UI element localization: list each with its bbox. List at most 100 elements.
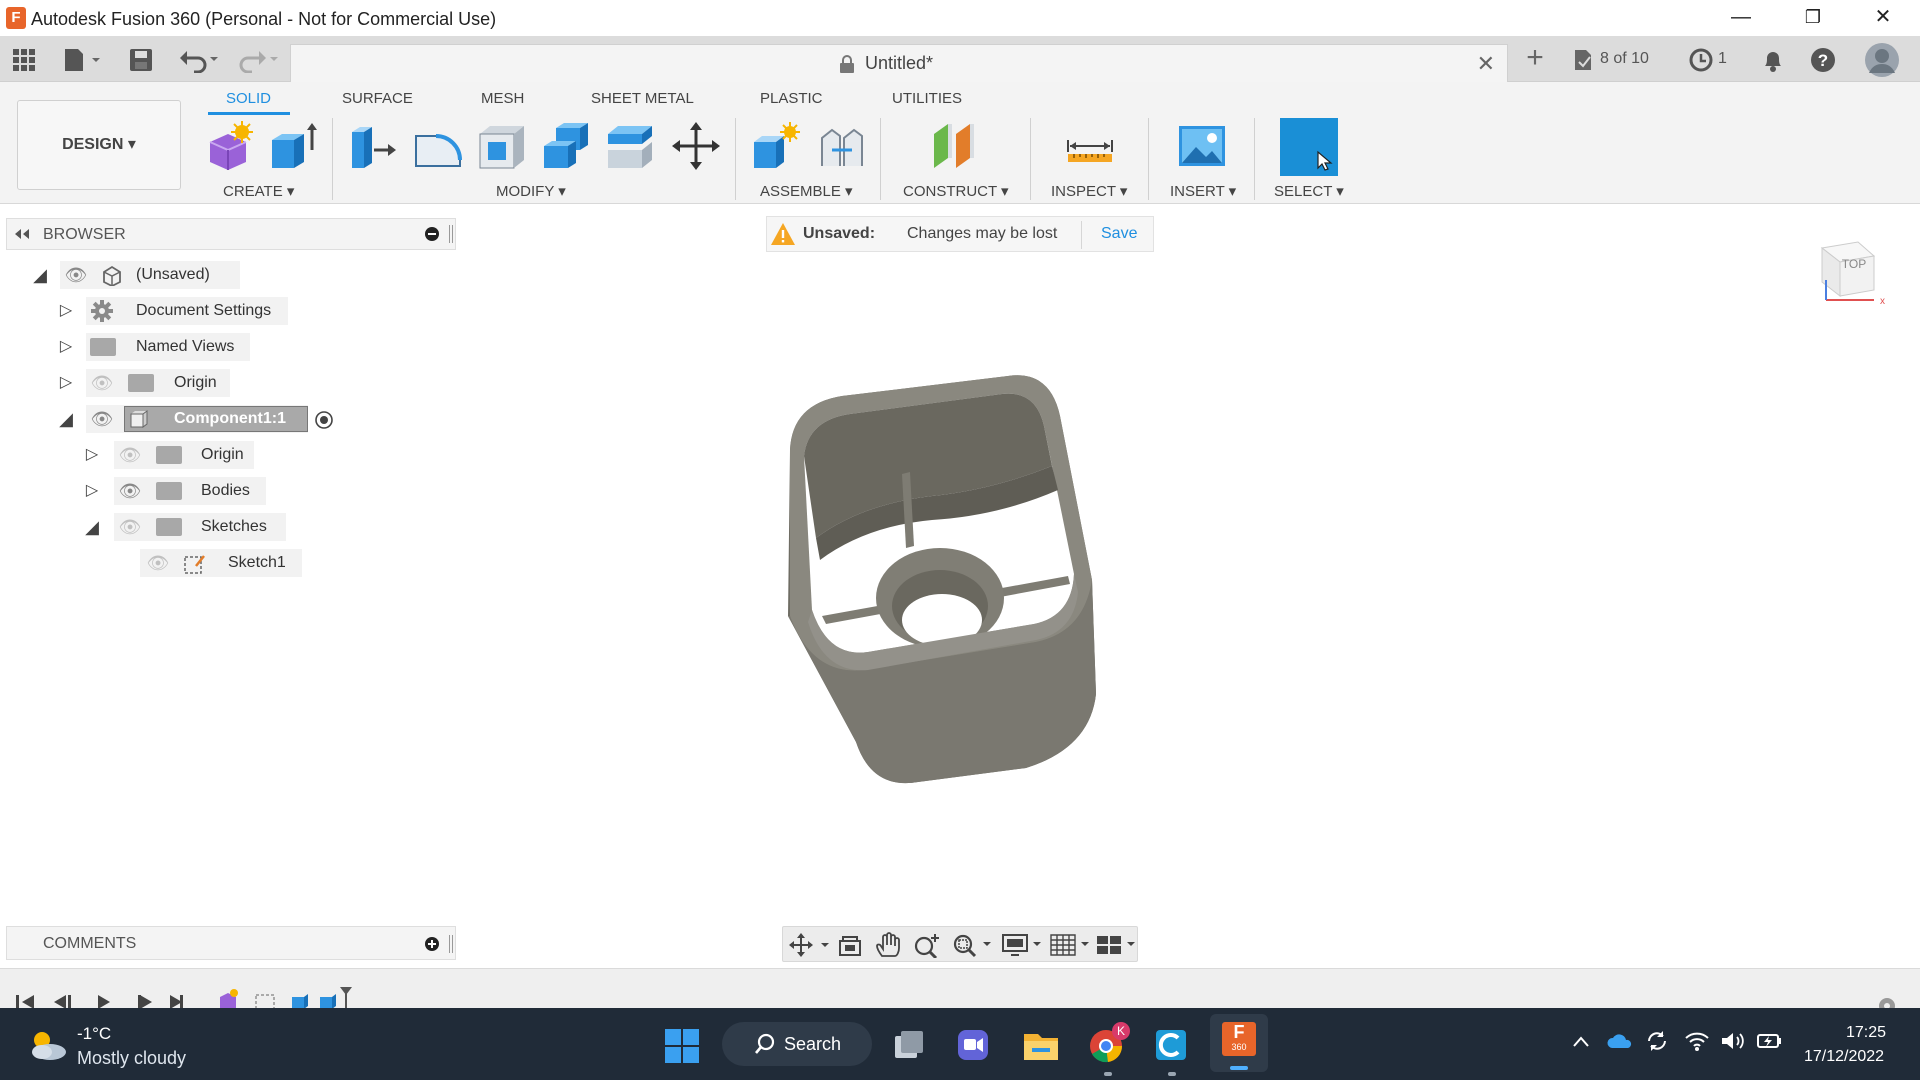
volume-icon[interactable] [1720, 1030, 1748, 1052]
close-tab-button[interactable]: ✕ [1477, 51, 1495, 77]
tab-sheet-metal[interactable]: SHEET METAL [591, 90, 694, 107]
job-status-icon[interactable] [1572, 48, 1594, 72]
model-viewport[interactable] [772, 370, 1112, 800]
hidden-eye-icon[interactable]: 👁 [118, 441, 142, 469]
new-component-icon[interactable] [204, 120, 256, 172]
tab-mesh[interactable]: MESH [481, 90, 524, 107]
create-group-label[interactable]: CREATE ▾ [223, 182, 294, 200]
save-icon[interactable] [128, 47, 154, 73]
zoom-icon[interactable] [913, 932, 941, 960]
fillet-icon[interactable] [412, 120, 464, 172]
construct-group-label[interactable]: CONSTRUCT ▾ [903, 182, 1009, 200]
add-comment-icon[interactable] [425, 937, 439, 951]
save-link[interactable]: Save [1101, 225, 1137, 243]
modify-group-label[interactable]: MODIFY ▾ [496, 182, 566, 200]
timeline-features[interactable] [216, 983, 356, 1010]
new-component-assemble-icon[interactable] [750, 120, 802, 172]
hidden-eye-icon[interactable]: 👁 [146, 549, 170, 577]
press-pull-icon[interactable] [348, 120, 400, 172]
collapsed-triangle-icon[interactable]: ▷ [56, 333, 76, 361]
offset-plane-icon[interactable] [928, 120, 980, 172]
clock-icon[interactable] [1688, 47, 1714, 73]
task-view-icon[interactable] [892, 1028, 926, 1062]
assemble-group-label[interactable]: ASSEMBLE ▾ [760, 182, 853, 200]
visibility-eye-icon[interactable]: 👁 [118, 477, 142, 505]
wifi-icon[interactable] [1684, 1030, 1710, 1052]
pan-hand-icon[interactable] [875, 932, 901, 958]
joint-icon[interactable] [816, 120, 868, 172]
display-settings-icon[interactable] [1001, 932, 1045, 958]
measure-icon[interactable] [1064, 120, 1116, 172]
undo-icon[interactable] [178, 47, 222, 74]
onedrive-cloud-icon[interactable] [1606, 1030, 1634, 1052]
timeline-playback-controls[interactable] [14, 993, 184, 1009]
teams-chat-icon[interactable] [956, 1028, 990, 1062]
weather-cloud-icon[interactable] [26, 1028, 68, 1062]
select-icon[interactable] [1280, 118, 1338, 176]
expanded-triangle-icon[interactable]: ◢ [56, 405, 76, 433]
notification-bell-icon[interactable] [1762, 47, 1784, 73]
close-window-button[interactable]: ✕ [1848, 0, 1918, 36]
file-explorer-icon[interactable] [1022, 1028, 1060, 1062]
extrude-icon[interactable] [266, 120, 318, 172]
fit-zoom-icon[interactable] [951, 932, 995, 958]
tab-solid[interactable]: SOLID [226, 90, 271, 107]
expanded-triangle-icon[interactable]: ◢ [82, 513, 102, 541]
weather-description[interactable]: Mostly cloudy [77, 1048, 186, 1069]
collapsed-triangle-icon[interactable]: ▷ [82, 441, 102, 469]
battery-charging-icon[interactable] [1756, 1030, 1784, 1052]
tab-plastic[interactable]: PLASTIC [760, 90, 823, 107]
move-copy-icon[interactable] [670, 120, 722, 172]
inspect-group-label[interactable]: INSPECT ▾ [1051, 182, 1127, 200]
app-grid-icon[interactable] [12, 48, 36, 72]
visibility-eye-icon[interactable]: 👁 [90, 405, 114, 433]
select-group-label[interactable]: SELECT ▾ [1274, 182, 1344, 200]
panel-grip-icon[interactable] [449, 225, 453, 243]
hidden-eye-icon[interactable]: 👁 [118, 513, 142, 541]
job-status-count[interactable]: 8 of 10 [1600, 50, 1649, 68]
combine-icon[interactable] [540, 120, 592, 172]
orbit-icon[interactable] [789, 933, 831, 957]
collapse-panel-icon[interactable] [13, 227, 31, 241]
hidden-eye-icon[interactable]: 👁 [90, 369, 114, 397]
look-at-icon[interactable] [837, 933, 863, 957]
expanded-triangle-icon[interactable]: ◢ [30, 261, 50, 289]
collapsed-triangle-icon[interactable]: ▷ [56, 297, 76, 325]
user-avatar[interactable] [1864, 42, 1900, 78]
file-menu-icon[interactable] [62, 46, 102, 74]
weather-temperature[interactable]: -1°C [77, 1024, 111, 1044]
collapsed-triangle-icon[interactable]: ▷ [82, 477, 102, 505]
replace-face-icon[interactable] [604, 120, 656, 172]
minus-circle-icon[interactable] [425, 227, 439, 241]
collapsed-triangle-icon[interactable]: ▷ [56, 369, 76, 397]
minimize-button[interactable]: — [1706, 0, 1776, 36]
document-tab[interactable]: Untitled* ✕ [290, 44, 1508, 82]
folder-icon [128, 374, 154, 392]
workspace-switcher[interactable]: DESIGN ▾ [17, 100, 181, 190]
taskbar-clock-date[interactable]: 17/12/2022 [1804, 1048, 1884, 1066]
help-icon[interactable]: ? [1810, 47, 1836, 73]
timeline-settings-gear-icon[interactable] [1876, 995, 1898, 1014]
panel-grip-icon[interactable] [449, 935, 453, 953]
windows-start-icon[interactable] [664, 1028, 700, 1064]
activate-radio-icon[interactable] [314, 410, 334, 430]
insert-image-icon[interactable] [1176, 120, 1228, 172]
fusion-taskbar-button[interactable]: F 360 [1210, 1014, 1268, 1072]
viewports-icon[interactable] [1095, 932, 1139, 958]
folder-icon [156, 446, 182, 464]
viewcube[interactable]: TOP x [1814, 236, 1890, 316]
visibility-eye-icon[interactable]: 👁 [64, 261, 88, 289]
new-tab-button[interactable]: + [1518, 42, 1552, 76]
chevron-up-icon[interactable] [1572, 1034, 1590, 1048]
ccleaner-icon[interactable] [1154, 1028, 1188, 1062]
tab-utilities[interactable]: UTILITIES [892, 90, 962, 107]
taskbar-clock-time[interactable]: 17:25 [1846, 1024, 1886, 1042]
sync-icon[interactable] [1644, 1028, 1670, 1054]
shell-icon[interactable] [476, 120, 528, 172]
redo-icon[interactable] [236, 47, 280, 74]
tab-surface[interactable]: SURFACE [342, 90, 413, 107]
taskbar-search-box[interactable]: Search [722, 1022, 872, 1066]
grid-settings-icon[interactable] [1049, 932, 1093, 958]
insert-group-label[interactable]: INSERT ▾ [1170, 182, 1236, 200]
restore-button[interactable]: ❐ [1778, 0, 1848, 36]
